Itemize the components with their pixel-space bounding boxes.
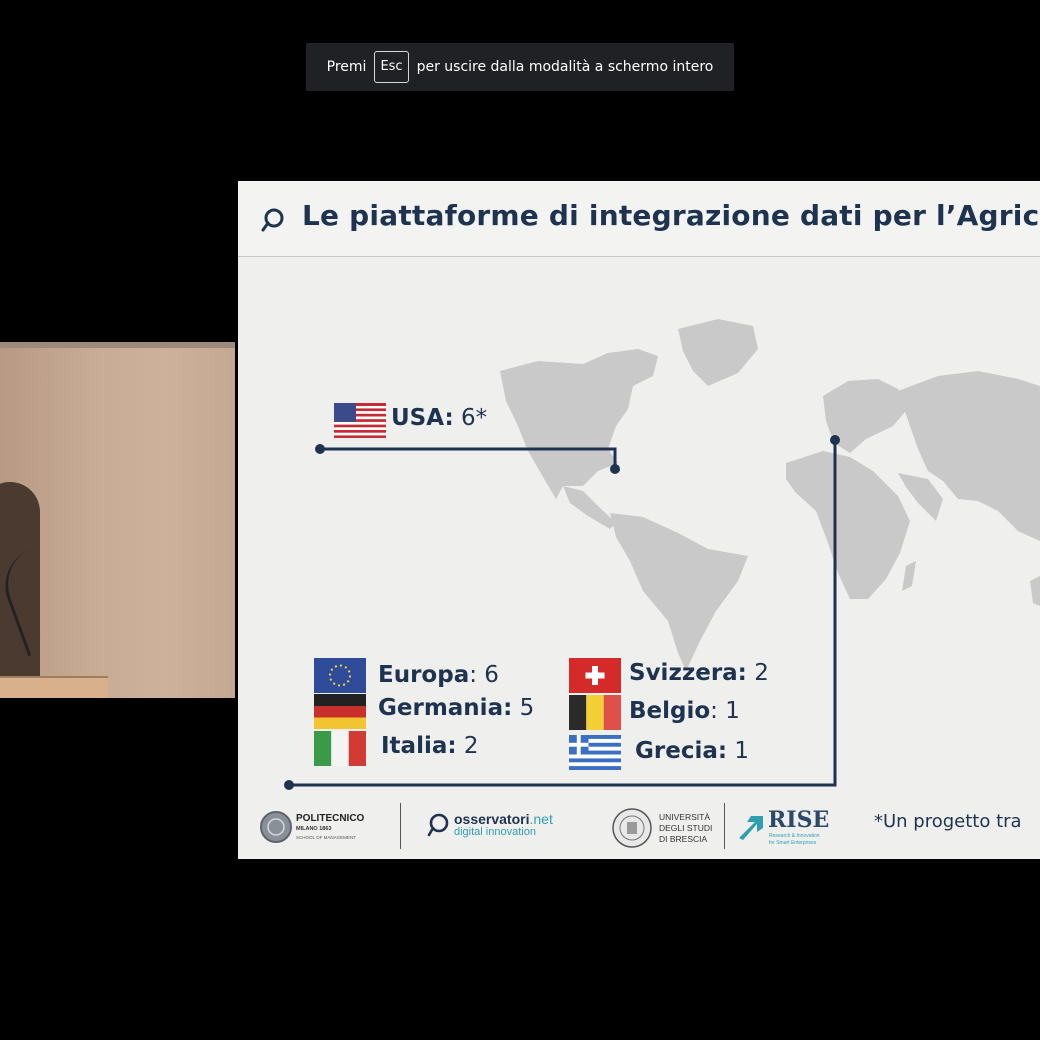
germany-flag-icon xyxy=(314,694,366,729)
osservatori-logo-icon xyxy=(427,813,449,837)
unibs-line1: UNIVERSITÀ xyxy=(659,812,711,822)
country-count: 1 xyxy=(725,698,740,724)
country-row-italia: Italia: 2 xyxy=(381,733,479,759)
usa-country: USA: xyxy=(391,405,454,431)
footer-divider-2 xyxy=(724,803,725,849)
switzerland-flag-icon xyxy=(569,658,621,693)
osservatori-logo-text: osservatori.net xyxy=(454,811,553,827)
polimi-logo-line1: POLITECNICO xyxy=(296,813,365,824)
country-row-germania: Germania: 5 xyxy=(378,695,534,721)
country-name: Italia: xyxy=(381,733,457,759)
usa-flag-icon xyxy=(334,403,386,438)
unibs-seal-icon xyxy=(612,808,652,848)
country-row-svizzera: Svizzera: 2 xyxy=(629,660,769,686)
greece-flag-icon xyxy=(569,735,621,770)
country-row-grecia: Grecia: 1 xyxy=(635,738,749,764)
speaker-video[interactable] xyxy=(0,342,235,698)
footer-divider xyxy=(400,803,401,849)
europe-connector-start xyxy=(284,780,294,790)
slide-footnote: *Un progetto tra xyxy=(874,811,1022,832)
rise-sub1: Research & Innovation xyxy=(769,833,820,839)
country-name: Europa xyxy=(378,662,470,688)
country-count: 5 xyxy=(519,695,535,721)
unibs-line2: DEGLI STUDI xyxy=(659,823,713,833)
rise-arrow-icon xyxy=(739,816,763,840)
rise-logo-text: RISE xyxy=(768,807,830,833)
video-wall-edge xyxy=(0,342,235,348)
fullscreen-exit-notice: Premi Esc per uscire dalla modalità a sc… xyxy=(306,43,734,91)
country-row-belgio: Belgio: 1 xyxy=(629,698,740,724)
country-count: 2 xyxy=(463,733,479,759)
podium xyxy=(0,676,108,698)
usa-connector-start xyxy=(315,444,325,454)
polimi-seal-icon xyxy=(260,811,292,843)
usa-count: 6* xyxy=(460,405,488,431)
unibs-line3: DI BRESCIA xyxy=(659,834,708,844)
esc-key-hint: Esc xyxy=(374,51,409,83)
country-row-europa: Europa: 6 xyxy=(378,662,499,688)
presentation-slide: Le piattaforme di integrazione dati per … xyxy=(238,181,1040,859)
osservatori-logo-sub: digital innovation xyxy=(454,826,536,838)
polimi-logo-line3: SCHOOL OF MANAGEMENT xyxy=(296,835,356,840)
country-count: 6 xyxy=(484,662,499,688)
country-name: Grecia: xyxy=(635,738,728,764)
usa-label: USA: 6* xyxy=(391,405,487,431)
belgium-flag-icon xyxy=(569,695,621,730)
italy-flag-icon xyxy=(314,731,366,766)
country-name: Svizzera: xyxy=(629,660,747,686)
rise-sub2: for Smart Enterprises xyxy=(769,840,817,846)
europe-connector-line xyxy=(289,440,837,787)
country-count: 1 xyxy=(734,738,750,764)
map-continents xyxy=(500,319,1040,671)
country-count: 2 xyxy=(754,660,769,686)
notice-prefix: Premi xyxy=(326,59,367,75)
eu-flag-icon xyxy=(314,658,366,693)
country-name: Belgio xyxy=(629,698,711,724)
polimi-logo-line2: MILANO 1863 xyxy=(296,826,332,832)
notice-suffix: per uscire dalla modalità a schermo inte… xyxy=(416,59,714,75)
europe-connector-end xyxy=(830,435,840,445)
country-name: Germania: xyxy=(378,695,513,721)
usa-connector-end xyxy=(610,464,620,474)
